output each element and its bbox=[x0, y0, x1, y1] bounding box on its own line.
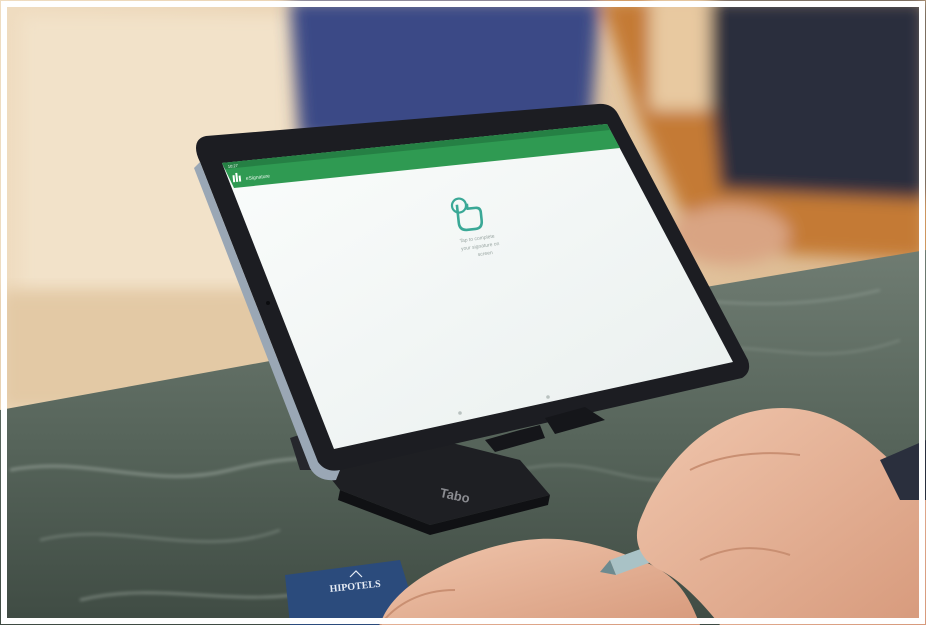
nav-back-icon bbox=[458, 411, 462, 415]
nav-home-icon bbox=[546, 395, 550, 399]
photo-illustration: Tabo 10:27 eSignature Tap to complete yo… bbox=[0, 0, 926, 625]
photo-scene: Tabo 10:27 eSignature Tap to complete yo… bbox=[0, 0, 926, 625]
front-camera bbox=[266, 301, 270, 305]
